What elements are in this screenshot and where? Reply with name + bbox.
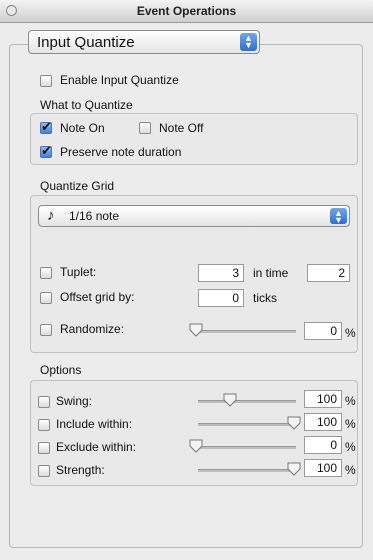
note-on-checkbox[interactable] <box>40 119 52 135</box>
note-on-label: Note On <box>60 121 105 135</box>
options-heading: Options <box>40 363 82 377</box>
in-time-label: in time <box>253 266 289 280</box>
swing-slider-track[interactable] <box>198 400 296 403</box>
note-off-label: Note Off <box>159 121 204 135</box>
include-within-slider-track[interactable] <box>198 423 296 426</box>
enable-input-quantize-label: Enable Input Quantize <box>60 73 179 87</box>
swing-checkbox[interactable] <box>38 396 50 408</box>
exclude-within-field[interactable]: 0 <box>304 436 342 454</box>
offset-grid-label: Offset grid by: <box>60 290 135 304</box>
randomize-label: Randomize: <box>60 322 125 336</box>
offset-grid-field[interactable]: 0 <box>198 289 244 307</box>
exclude-within-label: Exclude within: <box>56 440 137 454</box>
offset-grid-checkbox[interactable] <box>40 292 52 304</box>
tuplet-field[interactable]: 3 <box>198 264 244 282</box>
swing-unit: % <box>345 394 356 408</box>
tuplet-label: Tuplet: <box>60 265 97 279</box>
event-operations-window: Event Operations Input Quantize ▲ ▼ Enabl… <box>0 0 373 560</box>
include-within-slider-thumb[interactable] <box>287 416 301 430</box>
swing-slider-thumb[interactable] <box>223 393 237 407</box>
swing-field[interactable]: 100 <box>304 390 342 408</box>
note-value-select[interactable]: ♪ 1/16 note ▲ ▼ <box>38 205 350 227</box>
offset-unit-label: ticks <box>253 291 277 305</box>
exclude-within-slider-thumb[interactable] <box>189 439 203 453</box>
strength-checkbox[interactable] <box>38 465 50 477</box>
include-within-label: Include within: <box>56 417 133 431</box>
note-value-text: 1/16 note <box>69 209 120 223</box>
operation-select-value: Input Quantize <box>37 34 135 51</box>
strength-label: Strength: <box>56 463 105 477</box>
in-time-field[interactable]: 2 <box>307 264 350 282</box>
strength-unit: % <box>345 463 356 477</box>
include-within-field[interactable]: 100 <box>304 413 342 431</box>
enable-input-quantize-checkbox[interactable] <box>40 75 52 87</box>
exclude-within-unit: % <box>345 440 356 454</box>
note-icon: ♪ <box>47 207 55 224</box>
exclude-within-slider-track[interactable] <box>198 446 296 449</box>
popup-arrows-icon: ▲ ▼ <box>330 208 347 225</box>
strength-field[interactable]: 100 <box>304 459 342 477</box>
include-within-checkbox[interactable] <box>38 419 50 431</box>
exclude-within-checkbox[interactable] <box>38 442 50 454</box>
quantize-grid-heading: Quantize Grid <box>40 179 115 193</box>
strength-slider-thumb[interactable] <box>287 462 301 476</box>
include-within-unit: % <box>345 417 356 431</box>
strength-slider-track[interactable] <box>198 469 296 472</box>
note-off-checkbox[interactable] <box>139 122 151 134</box>
randomize-slider-thumb[interactable] <box>189 323 203 337</box>
randomize-unit: % <box>345 326 356 340</box>
randomize-field[interactable]: 0 <box>304 322 342 340</box>
preserve-duration-checkbox[interactable] <box>40 143 52 159</box>
swing-label: Swing: <box>56 394 93 408</box>
tuplet-checkbox[interactable] <box>40 267 52 279</box>
randomize-checkbox[interactable] <box>40 324 52 336</box>
randomize-slider-track[interactable] <box>198 330 296 333</box>
popup-arrows-icon: ▲ ▼ <box>240 33 257 51</box>
operation-select[interactable]: Input Quantize ▲ ▼ <box>28 30 260 54</box>
what-to-quantize-heading: What to Quantize <box>40 98 133 112</box>
title-bar[interactable]: Event Operations <box>0 0 373 23</box>
window-title: Event Operations <box>136 4 237 18</box>
preserve-duration-label: Preserve note duration <box>60 145 182 159</box>
